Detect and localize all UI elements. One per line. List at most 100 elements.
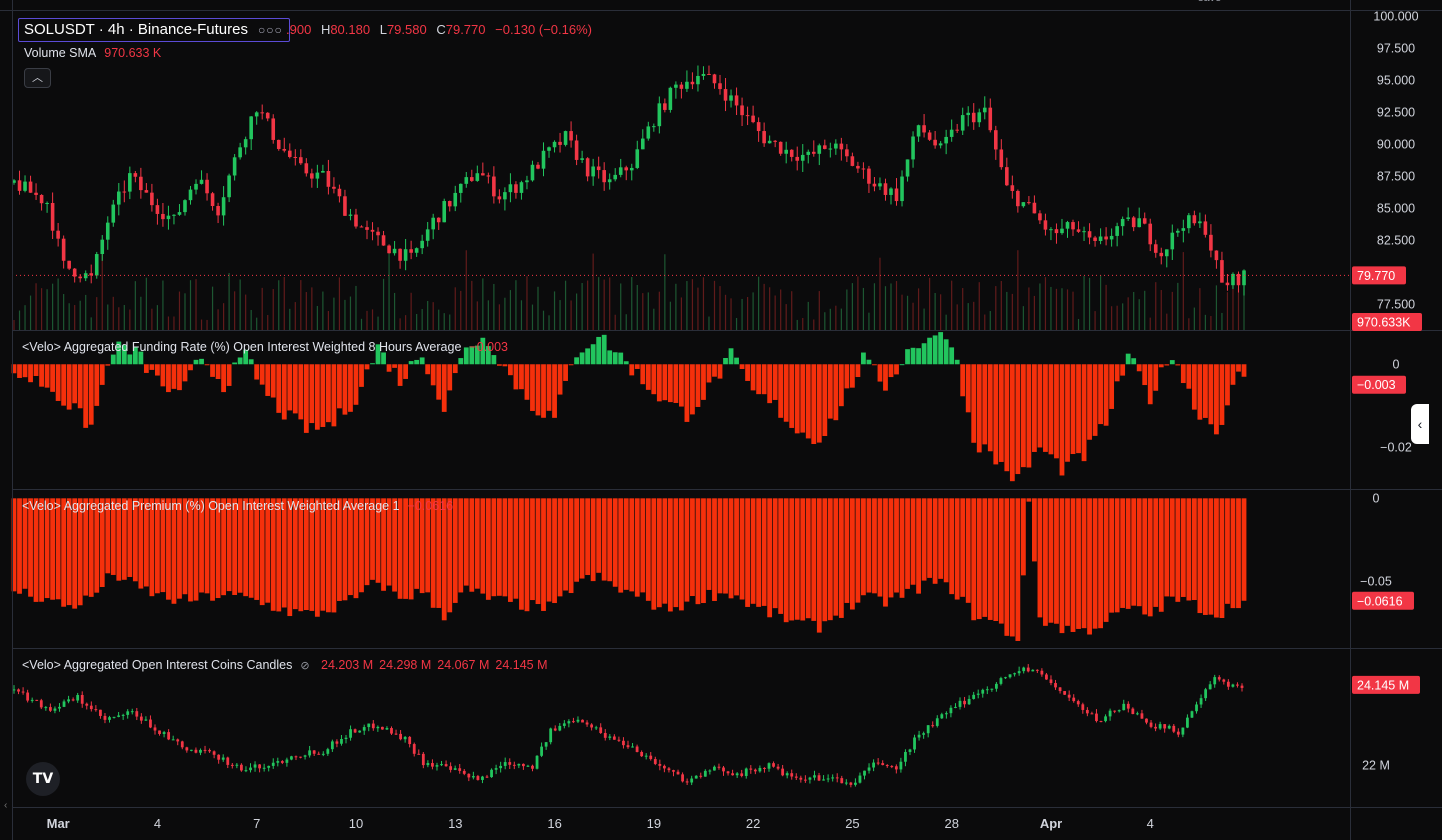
price-candle	[1093, 237, 1097, 241]
price-candle	[337, 188, 342, 197]
collapse-legend-button[interactable]: ︿	[24, 68, 51, 88]
oi-candle	[1195, 704, 1198, 712]
oi-candle	[553, 728, 557, 731]
volume-bar	[118, 307, 120, 330]
price-candle	[701, 73, 706, 76]
premium-bar	[888, 498, 894, 598]
oi-candle	[1045, 674, 1048, 680]
premium-bar	[1164, 498, 1170, 597]
chart-background	[0, 0, 1442, 840]
funding-pane-title[interactable]: <Velo> Aggregated Funding Rate (%) Open …	[22, 340, 508, 354]
funding-bar	[932, 335, 938, 365]
price-candle	[569, 131, 573, 141]
premium-bar	[72, 498, 78, 609]
premium-bar	[811, 498, 817, 621]
oi-candle	[144, 719, 148, 721]
price-candle	[519, 182, 524, 193]
volume-legend[interactable]: Volume SMA 970.633 K	[24, 46, 161, 60]
left-panel-handle-icon[interactable]: ‹	[4, 800, 7, 811]
oi-candle	[217, 754, 221, 760]
funding-bar	[331, 364, 337, 427]
volume-bar	[763, 283, 765, 330]
price-candle	[938, 143, 943, 146]
more-dots-icon[interactable]: ○○○	[258, 23, 283, 37]
oi-candle	[139, 716, 143, 721]
oi-candle	[640, 751, 644, 757]
volume-bar	[449, 314, 451, 330]
premium-bar	[1230, 498, 1236, 609]
premium-bar	[971, 498, 977, 621]
oi-candle	[958, 700, 962, 707]
funding-bar	[524, 364, 530, 400]
price-candle	[718, 83, 722, 90]
oi-candle	[531, 765, 534, 769]
volume-bar	[173, 316, 175, 330]
premium-bar	[827, 498, 833, 621]
price-tick-label: 95.000	[1377, 73, 1415, 87]
funding-bar	[734, 357, 739, 365]
volume-bar	[1077, 318, 1080, 330]
premium-bar	[1120, 498, 1126, 608]
volume-bar	[791, 291, 793, 330]
funding-bar	[535, 364, 541, 416]
funding-bar	[927, 337, 933, 365]
volume-bar	[614, 314, 616, 330]
funding-bar	[353, 364, 359, 405]
price-candle	[1043, 220, 1048, 230]
funding-bar	[706, 364, 712, 383]
premium-bar	[816, 498, 822, 633]
premium-bar	[469, 498, 475, 592]
funding-bar	[1164, 364, 1170, 366]
side-panel-toggle-button[interactable]: ‹	[1411, 404, 1429, 444]
premium-bar	[778, 498, 784, 614]
funding-bar	[408, 361, 414, 365]
symbol-title[interactable]: SOLUSDT · 4h · Binance-Futures ○○○	[18, 18, 290, 42]
price-candle	[425, 229, 430, 241]
oi-candle	[1240, 685, 1244, 688]
volume-bar	[90, 317, 92, 330]
price-candle	[392, 248, 397, 254]
funding-bar	[166, 364, 171, 393]
volume-bar	[1237, 288, 1240, 330]
oi-candle	[481, 776, 484, 780]
volume-bar	[1221, 312, 1223, 330]
funding-bar	[778, 364, 784, 418]
price-candle	[574, 140, 579, 160]
funding-bar	[1120, 364, 1126, 376]
funding-bar	[491, 355, 497, 365]
funding-bar	[44, 364, 50, 388]
volume-bar	[112, 296, 114, 330]
price-candle	[784, 149, 788, 154]
volume-bar	[1226, 292, 1229, 330]
funding-title: <Velo> Aggregated Funding Rate (%) Open …	[22, 340, 462, 354]
trading-chart[interactable]: 77.500 82.500 85.000 87.500 90.000 92.500 95.0…	[0, 0, 1442, 840]
price-candle	[1120, 218, 1125, 227]
volume-bar	[200, 319, 203, 330]
premium-bar	[1087, 498, 1092, 635]
funding-bar	[414, 359, 420, 365]
funding-bar	[1004, 364, 1010, 472]
ohlc-high: 80.180	[330, 22, 371, 37]
funding-bar	[695, 364, 701, 407]
premium-bar	[673, 498, 679, 608]
volume-bar	[553, 291, 556, 330]
premium-bar	[921, 498, 927, 581]
funding-bar	[1225, 364, 1230, 406]
premium-bar	[585, 498, 591, 576]
funding-bar	[458, 358, 464, 365]
price-candle	[1076, 229, 1081, 232]
oi-candle	[1022, 667, 1026, 672]
oi-candle	[995, 683, 998, 689]
ohlc-low-label: L	[379, 22, 387, 37]
oi-candle	[849, 782, 853, 785]
premium-bar	[1186, 498, 1192, 601]
price-candle	[762, 131, 766, 144]
price-candle	[172, 214, 176, 216]
premium-pane-title[interactable]: <Velo> Aggregated Premium (%) Open Inter…	[22, 499, 453, 513]
oi-pane-title[interactable]: <Velo> Aggregated Open Interest Coins Ca…	[22, 658, 548, 672]
premium-bar	[872, 498, 877, 594]
volume-bar	[283, 277, 285, 330]
visibility-off-icon[interactable]: ⊘	[300, 660, 309, 672]
tradingview-logo[interactable]: TV	[26, 762, 60, 796]
volume-bar	[35, 283, 37, 330]
